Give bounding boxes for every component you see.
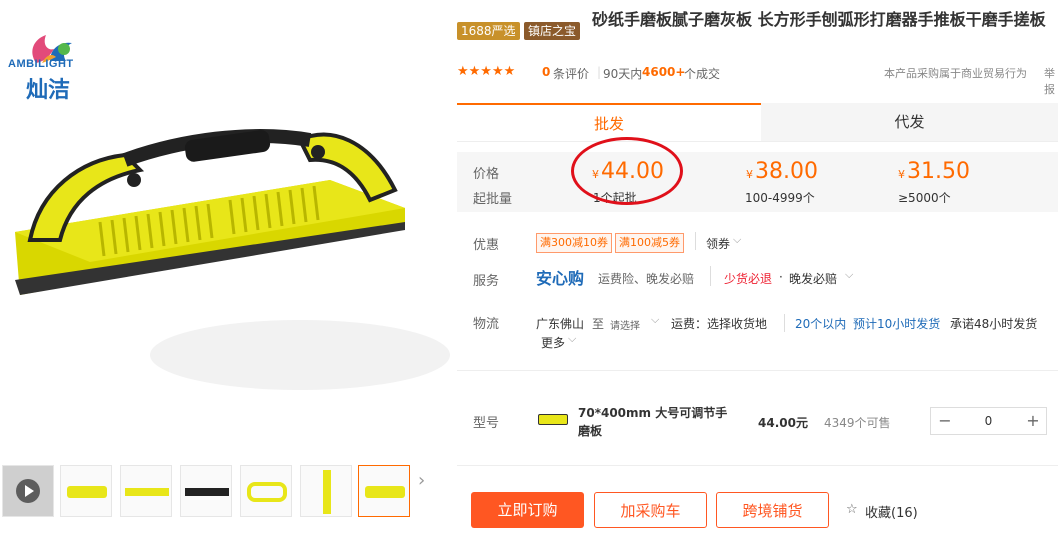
logistics-more[interactable]: 更多 [541,334,565,351]
brand-logo-text: AMBILIGHT [8,58,74,70]
sales-count: 4600+ [642,65,686,79]
sales-period: 90天内 [603,67,643,81]
buy-now-button[interactable]: 立即订购 [471,492,584,528]
report-link[interactable]: 举报 [1044,65,1058,97]
freight-info: 运费：选择收货地 [671,317,768,331]
thumbnail-1[interactable] [60,465,112,517]
sku-thumbnail [536,404,568,432]
thumbnail-strip [0,465,440,525]
badge-yanxuan: 1688严选 [457,22,520,40]
chevron-down-icon[interactable]: ⌵ [651,313,659,327]
logistics-eta: 预计10小时发货 [853,317,941,331]
logistics-label: 物流 [473,317,500,332]
play-icon [16,479,40,503]
quantity-stepper: − 0 + [930,407,1047,435]
divider [710,266,711,286]
sku-price: 44.00元 [758,416,808,430]
destination-select[interactable]: 请选择 [610,317,640,332]
cross-border-button[interactable]: 跨境铺货 [716,492,829,528]
chevron-down-icon: ⌵ [845,268,854,281]
logistics-to: 至 [592,317,605,331]
purchase-tabs: 批发 代发 [457,103,1058,142]
promo-label: 优惠 [473,238,500,253]
divider [695,232,696,250]
sku-stock: 4349个可售 [824,416,891,430]
divider [784,314,785,332]
add-to-cart-button[interactable]: 加采购车 [594,492,707,528]
get-coupon-link[interactable]: 领券 [706,235,730,252]
rating-stars: ★★★★★ [457,64,516,79]
plus-button[interactable]: + [1020,408,1046,434]
sku-label: 型号 [473,416,500,431]
service-highlight[interactable]: 少货必退 [724,270,772,287]
tier3-price: 31.50 [907,159,970,184]
service-items: 运费险、晚发必赔 [598,272,695,286]
quantity-input[interactable]: 0 [959,408,1018,434]
trade-note: 本产品采购属于商业贸易行为 [884,67,1027,80]
review-count[interactable]: 0 [542,65,550,79]
chevron-down-icon: ⌵ [568,332,577,345]
section-divider [457,370,1058,371]
service-label: 服务 [473,274,500,289]
tier2-price: 38.00 [755,159,818,184]
annotation-circle [571,137,683,205]
tier3-currency: ¥ [898,168,905,181]
tab-wholesale[interactable]: 批发 [457,103,761,141]
thumbnail-3[interactable] [180,465,232,517]
sales-label: 个成交 [684,67,721,81]
moq-label: 起批量 [473,192,513,207]
product-title: 砂纸手磨板腻子磨灰板 长方形手刨弧形打磨器手推板干磨手搓板 [592,10,1046,29]
thumbnail-video[interactable] [2,465,54,517]
thumbnail-6-selected[interactable] [358,465,410,517]
chevron-down-icon: ⌵ [733,233,742,246]
service-sep: · [779,270,783,284]
anxingou-brand[interactable]: 安心购 [536,265,584,289]
price-label: 价格 [473,167,500,182]
thumbnail-4[interactable] [240,465,292,517]
chevron-right-icon[interactable]: › [418,470,432,522]
favorite-link[interactable]: 收藏(16) [865,502,918,521]
logistics-within: 20个以内 [795,317,847,331]
tier3-range: ≥5000个 [898,191,951,205]
sku-name: 70*400mm 大号可调节手磨板 [578,406,728,438]
service-extra[interactable]: 晚发必赔 [789,270,837,287]
tier2-range: 100-4999个 [745,191,815,205]
review-label: 条评价 [553,67,590,81]
logistics-promise: 承诺48小时发货 [950,317,1038,331]
tier2-currency: ¥ [746,168,753,181]
coupon-100-5[interactable]: 满100减5券 [615,233,684,253]
coupon-300-10[interactable]: 满300减10券 [536,233,612,253]
star-outline-icon[interactable]: ☆ [846,502,858,517]
tab-dropship[interactable]: 代发 [761,103,1058,141]
divider: | [597,65,602,79]
section-divider [457,465,1058,466]
thumbnail-5[interactable] [300,465,352,517]
thumbnail-2[interactable] [120,465,172,517]
minus-button[interactable]: − [931,408,959,434]
brand-logo-cn: 灿洁 [26,78,71,103]
logistics-origin: 广东佛山 [536,317,585,331]
badge-zhendian: 镇店之宝 [524,22,581,40]
